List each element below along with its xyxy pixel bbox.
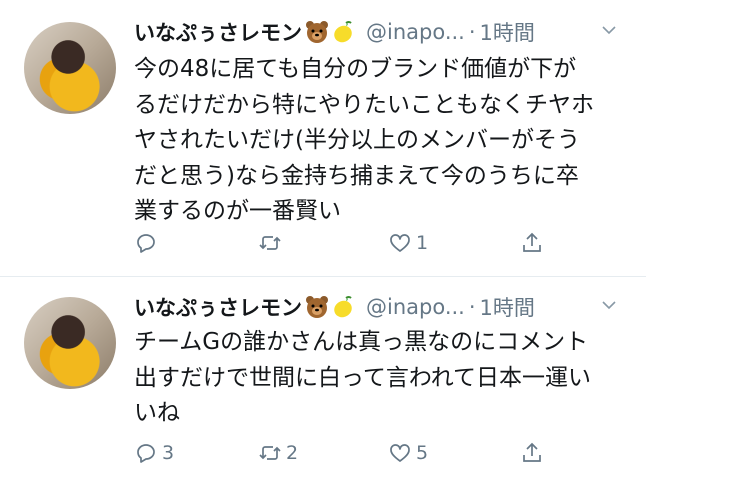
tweet[interactable]: いなぷぅさレモン @inapo... · 1時間 今の48に居ても自分のブランド…	[0, 0, 646, 276]
chevron-down-icon[interactable]	[602, 23, 616, 37]
user-handle[interactable]: @inapo...	[366, 20, 465, 44]
reply-count: 3	[162, 442, 175, 464]
display-name[interactable]: いなぷぅさレモン	[134, 292, 302, 322]
share-button[interactable]	[520, 441, 544, 465]
reply-button[interactable]	[134, 231, 162, 255]
retweet-button[interactable]	[258, 231, 286, 255]
avatar[interactable]	[24, 22, 116, 114]
like-button[interactable]: 5	[388, 441, 428, 465]
retweet-icon	[259, 236, 281, 250]
retweet-icon	[259, 446, 281, 460]
lemon-icon	[334, 21, 352, 43]
heart-icon	[390, 234, 410, 252]
action-bar: 3 2 5	[134, 441, 554, 471]
action-bar: 1	[134, 231, 554, 261]
reply-icon	[137, 444, 155, 463]
bear-icon	[306, 296, 328, 318]
display-name[interactable]: いなぷぅさレモン	[134, 17, 302, 47]
lemon-icon	[334, 296, 352, 318]
like-count: 1	[416, 232, 429, 254]
reply-button[interactable]: 3	[134, 441, 174, 465]
bear-icon	[306, 21, 328, 43]
reply-icon	[137, 234, 155, 253]
timestamp[interactable]: 1時間	[480, 292, 535, 322]
user-handle[interactable]: @inapo...	[366, 295, 465, 319]
share-icon	[523, 442, 541, 462]
avatar[interactable]	[24, 297, 116, 389]
share-icon	[523, 232, 541, 252]
separator-dot: ·	[468, 295, 476, 319]
heart-icon	[390, 444, 410, 462]
chevron-down-icon[interactable]	[602, 298, 616, 312]
tweet-text: 今の48に居ても自分のブランド価値が下が るだけだから特にやりたいこともなくチヤ…	[134, 56, 594, 224]
separator-dot: ·	[468, 20, 476, 44]
timestamp[interactable]: 1時間	[480, 17, 535, 47]
like-count: 5	[416, 442, 429, 464]
tweet-header: いなぷぅさレモン @inapo... · 1時間	[134, 289, 535, 325]
tweet[interactable]: いなぷぅさレモン @inapo... · 1時間 チームGの誰かさんは真っ黒なの…	[0, 277, 646, 484]
retweet-button[interactable]: 2	[258, 441, 298, 465]
tweet-text: チームGの誰かさんは真っ黒なのにコメント 出すだけで世間に白って言われて日本一運…	[134, 329, 592, 426]
share-button[interactable]	[520, 231, 544, 255]
tweet-header: いなぷぅさレモン @inapo... · 1時間	[134, 14, 535, 50]
retweet-count: 2	[286, 442, 299, 464]
like-button[interactable]: 1	[388, 231, 428, 255]
